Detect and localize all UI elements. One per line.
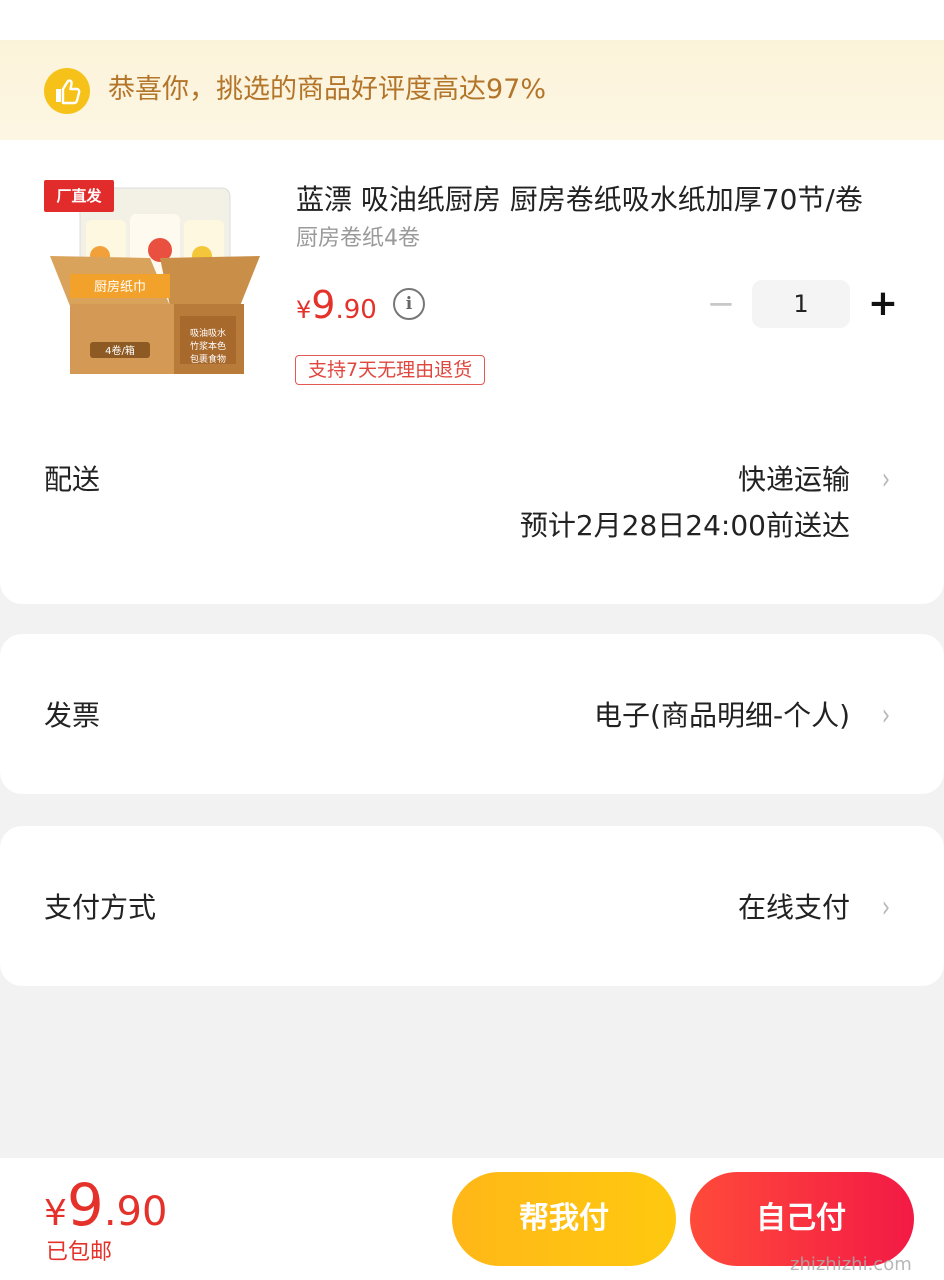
svg-text:吸油吸水: 吸油吸水 — [190, 327, 226, 339]
delivery-label: 配送 — [44, 463, 101, 496]
brand-tag: 厂直发 — [56, 187, 102, 205]
box-label: 4卷/箱 — [105, 344, 135, 357]
thumbs-up-icon — [44, 68, 90, 114]
price-decimal: .90 — [335, 295, 377, 325]
delivery-eta: 预计2月28日24:00前送达 — [519, 509, 850, 542]
payment-label: 支付方式 — [44, 891, 157, 924]
invoice-chevron-icon: › — [881, 698, 891, 733]
product-image[interactable]: 厨房纸巾 吸油吸水 竹浆本色 包裹食物 4卷/箱 厂直发 — [40, 176, 270, 388]
checkout-bar: ¥9.90 已包邮 帮我付 自己付 zhizhizhi.com — [0, 1158, 944, 1280]
product-title[interactable]: 蓝漂 吸油纸厨房 厨房卷纸吸水纸加厚70节/卷 — [296, 180, 896, 220]
payment-method-row[interactable]: 支付方式 在线支付 › — [0, 826, 944, 986]
invoice-label: 发票 — [44, 699, 101, 732]
info-icon[interactable]: i — [393, 288, 425, 320]
shipping-note: 已包邮 — [46, 1240, 113, 1265]
delivery-chevron-icon[interactable]: › — [882, 460, 890, 500]
price-integer: 9 — [311, 283, 336, 327]
order-product-card: 厨房纸巾 吸油吸水 竹浆本色 包裹食物 4卷/箱 厂直发 蓝漂 吸油纸厨房 厨房… — [0, 140, 944, 604]
product-spec: 厨房卷纸4卷 — [296, 226, 420, 251]
total-currency: ¥ — [44, 1193, 67, 1234]
quantity-increase-button[interactable]: + — [866, 280, 900, 328]
quantity-decrease-button[interactable]: − — [704, 284, 738, 324]
help-me-pay-button[interactable]: 帮我付 — [452, 1172, 676, 1266]
rating-banner-text: 恭喜你，挑选的商品好评度高达97% — [108, 74, 547, 105]
quantity-input[interactable]: 1 — [752, 280, 850, 328]
product-price: ¥9.90 — [296, 282, 377, 336]
svg-text:竹浆本色: 竹浆本色 — [190, 340, 226, 352]
payment-value: 在线支付 — [737, 891, 850, 924]
top-strip — [0, 0, 944, 40]
rating-banner: 恭喜你，挑选的商品好评度高达97% — [0, 40, 944, 140]
total-decimal: .90 — [103, 1189, 168, 1235]
svg-text:包裹食物: 包裹食物 — [190, 353, 226, 365]
price-currency: ¥ — [296, 296, 312, 324]
watermark-url: zhizhizhi.com — [790, 1254, 912, 1275]
watermark-logo — [794, 1188, 934, 1248]
invoice-row[interactable]: 发票 电子(商品明细-个人) › — [0, 634, 944, 794]
invoice-value: 电子(商品明细-个人) — [594, 699, 850, 732]
delivery-method[interactable]: 快递运输 — [738, 460, 850, 500]
payment-chevron-icon: › — [881, 890, 891, 925]
package-text: 厨房纸巾 — [94, 279, 146, 295]
total-integer: 9 — [66, 1171, 104, 1239]
return-policy-badge: 支持7天无理由退货 — [295, 355, 486, 385]
